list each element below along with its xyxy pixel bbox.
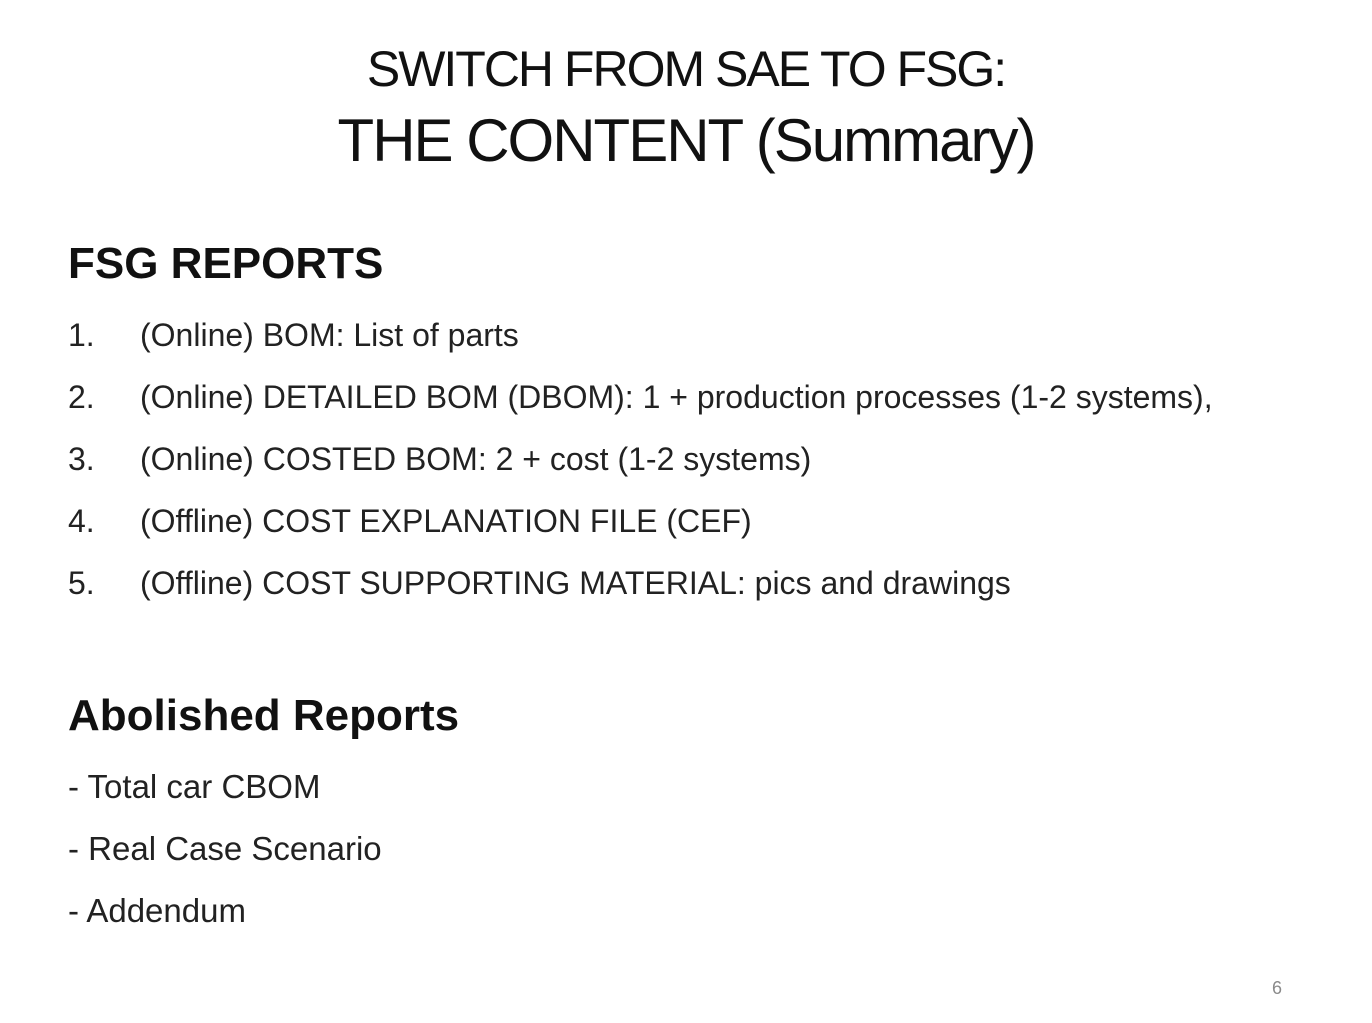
report-item-text: (Online) DETAILED BOM (DBOM): 1 + produc…: [140, 379, 1213, 415]
report-item-text: (Online) BOM: List of parts: [140, 317, 519, 353]
slide-title-line-1: SWITCH FROM SAE TO FSG:: [366, 41, 1007, 97]
abolished-reports-heading: Abolished Reports: [68, 691, 460, 740]
slide-title-line-2: THE CONTENT (Summary): [337, 107, 1037, 174]
slide: SWITCH FROM SAE TO FSG: THE CONTENT (Sum…: [0, 0, 1372, 1023]
abolished-reports-list: - Total car CBOM - Real Case Scenario - …: [68, 762, 382, 948]
fsg-reports-heading: FSG REPORTS: [68, 239, 384, 288]
abolished-item: - Total car CBOM: [68, 768, 321, 805]
report-item-number: 1.: [68, 317, 95, 353]
report-item-number: 5.: [68, 565, 95, 601]
report-item-number: 2.: [68, 379, 95, 415]
report-item-number: 3.: [68, 441, 95, 477]
report-item-text: (Offline) COST SUPPORTING MATERIAL: pics…: [140, 565, 1011, 601]
report-item-text: (Online) COSTED BOM: 2 + cost (1-2 syste…: [140, 441, 812, 477]
report-item-text: (Offline) COST EXPLANATION FILE (CEF): [140, 503, 752, 539]
page-number: 6: [1271, 978, 1282, 998]
report-item-number: 4.: [68, 503, 95, 539]
abolished-item: - Real Case Scenario: [68, 830, 382, 867]
abolished-item: - Addendum: [68, 892, 246, 929]
